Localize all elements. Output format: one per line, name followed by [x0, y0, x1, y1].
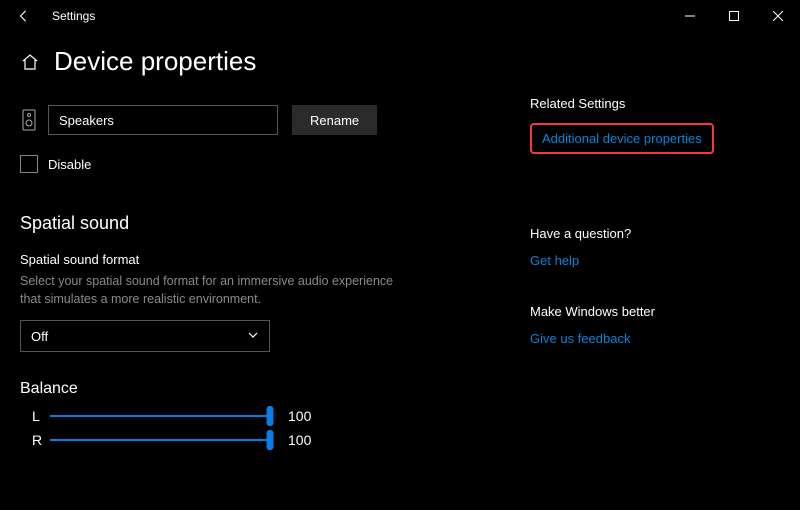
close-button[interactable] — [756, 0, 800, 32]
balance-left-value: 100 — [288, 408, 311, 424]
minimize-button[interactable] — [668, 0, 712, 32]
title-bar: Settings — [0, 0, 800, 32]
have-a-question-heading: Have a question? — [530, 226, 770, 241]
rename-button[interactable]: Rename — [292, 105, 377, 135]
chevron-down-icon — [247, 329, 259, 344]
balance-left-slider[interactable] — [50, 408, 270, 424]
page-title: Device properties — [54, 46, 256, 77]
back-button[interactable] — [10, 9, 38, 23]
balance-right-label: R — [32, 432, 50, 448]
spatial-format-label: Spatial sound format — [20, 252, 520, 267]
disable-label: Disable — [48, 157, 91, 172]
disable-checkbox[interactable] — [20, 155, 38, 173]
spatial-help-text: Select your spatial sound format for an … — [20, 273, 400, 308]
maximize-button[interactable] — [712, 0, 756, 32]
balance-heading: Balance — [20, 380, 520, 398]
window-title: Settings — [52, 9, 95, 23]
make-windows-better-heading: Make Windows better — [530, 304, 770, 319]
home-icon[interactable] — [20, 52, 40, 72]
balance-left-label: L — [32, 408, 50, 424]
get-help-link[interactable]: Get help — [530, 253, 579, 268]
window-controls — [668, 0, 800, 32]
balance-right-slider[interactable] — [50, 432, 270, 448]
spatial-sound-heading: Spatial sound — [20, 213, 520, 234]
speaker-icon — [20, 109, 38, 131]
device-name-input[interactable] — [48, 105, 278, 135]
highlight-annotation: Additional device properties — [530, 123, 714, 154]
spatial-format-dropdown[interactable]: Off — [20, 320, 270, 352]
balance-right-value: 100 — [288, 432, 311, 448]
page-header: Device properties — [20, 46, 520, 77]
related-settings-heading: Related Settings — [530, 96, 770, 111]
dropdown-value: Off — [31, 329, 48, 344]
give-feedback-link[interactable]: Give us feedback — [530, 331, 630, 346]
additional-device-properties-link[interactable]: Additional device properties — [542, 131, 702, 146]
